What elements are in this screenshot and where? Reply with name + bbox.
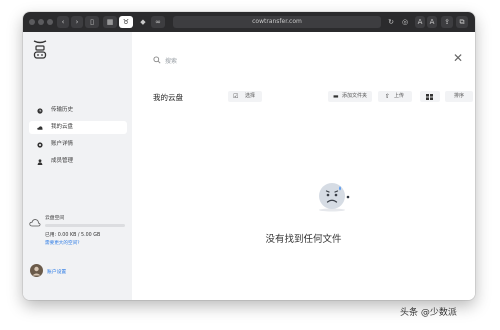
- sidebar-item-my-cloud-drive[interactable]: 我的云盘: [29, 121, 127, 134]
- search-input[interactable]: 搜索: [165, 56, 177, 65]
- address-bar[interactable]: cowtransfer.com: [173, 16, 381, 28]
- select-icon: ☑: [233, 93, 239, 100]
- empty-state-message: 没有找到任何文件: [265, 234, 342, 245]
- sidebar-item-label: 账户详情: [51, 141, 74, 147]
- browser-toolbar: ‹ › ▯ ▦ ♉ ◆ ∞ cowtransfer.com ↻ ◎ A A ⇪ …: [23, 12, 475, 32]
- sidebar-item-history[interactable]: 传输历史: [29, 104, 127, 117]
- address-url: cowtransfer.com: [252, 18, 302, 25]
- upload-label: 上传: [394, 93, 405, 99]
- upgrade-storage-link[interactable]: 需要更大的空间?: [45, 240, 80, 246]
- share-icon[interactable]: ⇪: [441, 16, 453, 28]
- forward-icon[interactable]: ›: [71, 16, 83, 28]
- avatar: [30, 264, 43, 277]
- close-icon[interactable]: ✕: [453, 52, 463, 64]
- sad-face-illustration: [319, 183, 350, 212]
- sidebar: 传输历史 我的云盘 账户详情 成员管理 云盘空间 已用: 0.00 KB / 5…: [23, 32, 132, 300]
- tabs-icon[interactable]: ⧉: [456, 16, 468, 28]
- window-close-dot[interactable]: [29, 19, 35, 25]
- text-size-decrease-button[interactable]: A: [415, 16, 425, 28]
- shield-icon[interactable]: ◆: [137, 16, 149, 28]
- upload-icon: ⇧: [385, 93, 391, 100]
- sidebar-item-label: 传输历史: [51, 107, 74, 113]
- new-folder-button[interactable]: ▬ 添加文件夹: [328, 91, 372, 102]
- cowtransfer-extension-icon[interactable]: ♉: [119, 16, 133, 28]
- sidebar-item-members[interactable]: 成员管理: [29, 155, 127, 168]
- page-title: 我的云盘: [153, 93, 183, 102]
- grid-icon: [426, 93, 433, 100]
- reload-icon[interactable]: ↻: [385, 16, 397, 28]
- account-settings-label: 账户设置: [47, 270, 67, 275]
- tab-overview-icon[interactable]: ▦: [103, 16, 117, 28]
- sort-label: 排序: [453, 93, 464, 99]
- upload-button[interactable]: ⇧ 上传: [378, 91, 412, 102]
- storage-label: 云盘空间: [45, 216, 65, 221]
- window-minimize-dot[interactable]: [38, 19, 44, 25]
- browser-window: ‹ › ▯ ▦ ♉ ◆ ∞ cowtransfer.com ↻ ◎ A A ⇪ …: [23, 12, 475, 300]
- text-size-increase-button[interactable]: A: [427, 16, 437, 28]
- extension-icon[interactable]: ∞: [151, 16, 165, 28]
- back-icon[interactable]: ‹: [57, 16, 69, 28]
- privacy-icon[interactable]: ◎: [399, 16, 411, 28]
- sidebar-toggle-icon[interactable]: ▯: [85, 16, 99, 28]
- cloud-icon: [29, 219, 41, 227]
- watermark: 头条 @少数派: [400, 308, 457, 318]
- account-icon: [37, 141, 43, 148]
- grid-view-button[interactable]: [420, 91, 440, 102]
- folder-plus-icon: ▬: [333, 93, 339, 100]
- account-settings-link[interactable]: 账户设置: [29, 264, 127, 278]
- sort-button[interactable]: 排序: [445, 91, 473, 102]
- sidebar-item-account[interactable]: 账户详情: [29, 138, 127, 151]
- window-zoom-dot[interactable]: [47, 19, 53, 25]
- new-folder-label: 添加文件夹: [342, 93, 368, 99]
- storage-progress-bar: [45, 224, 125, 227]
- cow-logo-icon[interactable]: [32, 39, 48, 65]
- search-icon[interactable]: [153, 56, 161, 64]
- cloud-drive-icon: [37, 125, 43, 130]
- select-label: 选择: [245, 93, 256, 99]
- sidebar-item-label: 成员管理: [51, 158, 74, 164]
- members-icon: [37, 158, 43, 165]
- storage-used-text: 已用: 0.00 KB / 5.00 GB: [45, 233, 101, 238]
- main-content: 搜索 ✕ 我的云盘 ☑ 选择 ▬ 添加文件夹 ⇧ 上传 排序 没有找到任何文件: [132, 32, 475, 300]
- sidebar-item-label: 我的云盘: [51, 124, 74, 130]
- clock-icon: [37, 107, 43, 114]
- select-button[interactable]: ☑ 选择: [228, 91, 262, 102]
